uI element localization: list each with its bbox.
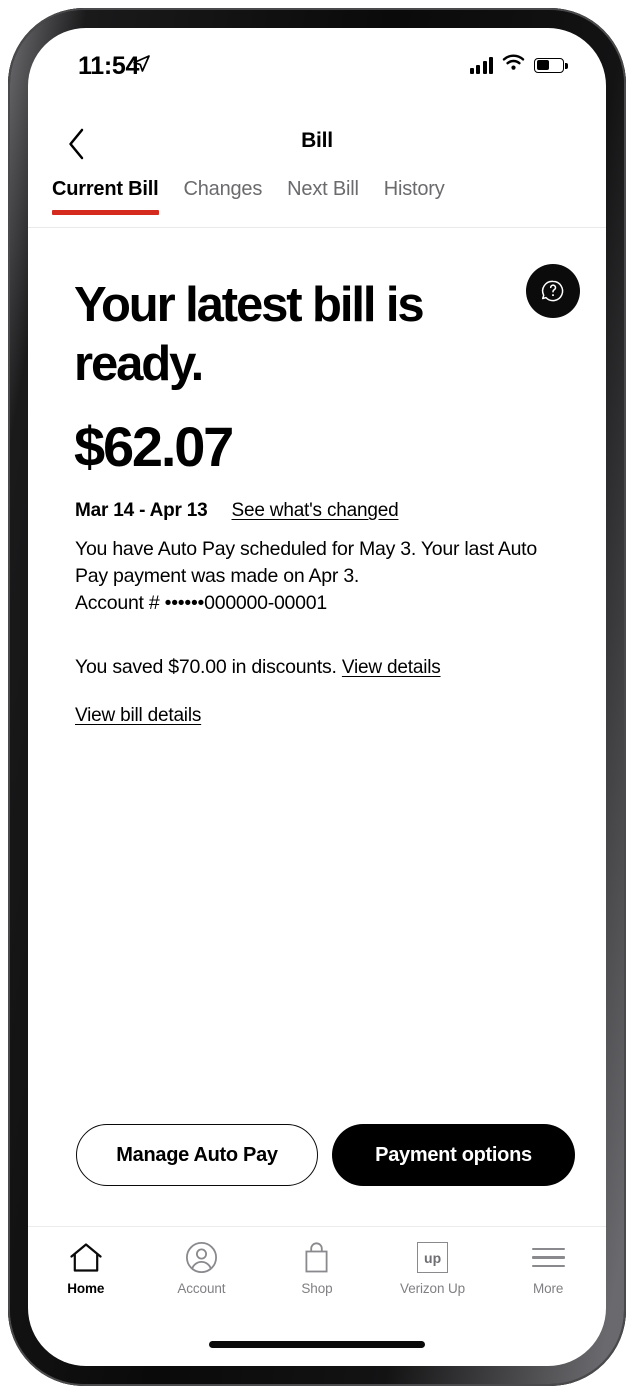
- verizon-up-icon: up: [417, 1241, 448, 1274]
- view-discount-details-link[interactable]: View details: [342, 657, 441, 678]
- help-question-bubble-icon: [540, 278, 566, 304]
- account-number-mask: ••••••: [165, 592, 204, 614]
- cta-button-group: Manage Auto Pay Payment options: [76, 1124, 575, 1186]
- home-icon: [69, 1241, 103, 1274]
- tab-changes[interactable]: Changes: [184, 178, 263, 215]
- nav-label-shop: Shop: [301, 1281, 332, 1296]
- bottom-navigation-bar: Home Account: [28, 1226, 606, 1322]
- bill-headline: Your latest bill is ready.: [74, 276, 504, 394]
- nav-item-shop[interactable]: Shop: [259, 1241, 375, 1296]
- payment-options-button[interactable]: Payment options: [332, 1124, 575, 1186]
- status-bar-indicators: [470, 54, 565, 76]
- savings-row: You saved $70.00 in discounts. View deta…: [75, 656, 441, 679]
- nav-item-verizon-up[interactable]: up Verizon Up: [375, 1241, 491, 1296]
- tab-history[interactable]: History: [384, 178, 445, 215]
- phone-screen: 11:54: [28, 28, 606, 1366]
- help-button[interactable]: [526, 264, 580, 318]
- page-header: Bill: [28, 116, 606, 174]
- nav-item-home[interactable]: Home: [28, 1241, 144, 1296]
- hamburger-menu-icon: [532, 1241, 565, 1274]
- tab-current-bill[interactable]: Current Bill: [52, 178, 159, 215]
- verizon-up-badge-text: up: [417, 1242, 448, 1273]
- nav-label-more: More: [533, 1281, 563, 1296]
- battery-icon: [534, 58, 564, 73]
- account-number-label: Account #: [75, 592, 159, 614]
- manage-auto-pay-button[interactable]: Manage Auto Pay: [76, 1124, 318, 1186]
- cellular-signal-icon: [470, 57, 494, 74]
- autopay-info: You have Auto Pay scheduled for May 3. Y…: [75, 536, 555, 617]
- autopay-schedule-text: You have Auto Pay scheduled for May 3. Y…: [75, 538, 537, 587]
- account-person-icon: [185, 1241, 218, 1274]
- phone-device-frame: 11:54: [8, 8, 626, 1386]
- bill-amount: $62.07: [74, 414, 232, 479]
- nav-label-home: Home: [67, 1281, 104, 1296]
- nav-label-verizon-up: Verizon Up: [400, 1281, 465, 1296]
- billing-cycle-row: Mar 14 - Apr 13 See what's changed: [75, 500, 398, 522]
- view-bill-details-link[interactable]: View bill details: [75, 705, 201, 726]
- location-arrow-icon: [132, 54, 151, 78]
- nav-label-account: Account: [177, 1281, 225, 1296]
- nav-item-more[interactable]: More: [490, 1241, 606, 1296]
- savings-text: You saved $70.00 in discounts.: [75, 656, 337, 678]
- see-whats-changed-link[interactable]: See what's changed: [232, 500, 399, 522]
- account-number-value: 000000-00001: [204, 592, 327, 614]
- billing-cycle-dates: Mar 14 - Apr 13: [75, 500, 208, 522]
- shopping-bag-icon: [301, 1241, 332, 1274]
- status-bar-time: 11:54: [78, 52, 139, 81]
- view-bill-details-row: View bill details: [75, 705, 201, 727]
- home-indicator: [209, 1341, 425, 1348]
- status-bar: 11:54: [28, 28, 606, 100]
- page-title: Bill: [28, 129, 606, 153]
- nav-item-account[interactable]: Account: [144, 1241, 260, 1296]
- wifi-icon: [502, 54, 525, 76]
- tab-next-bill[interactable]: Next Bill: [287, 178, 359, 215]
- bill-tab-bar: Current Bill Changes Next Bill History: [28, 178, 606, 228]
